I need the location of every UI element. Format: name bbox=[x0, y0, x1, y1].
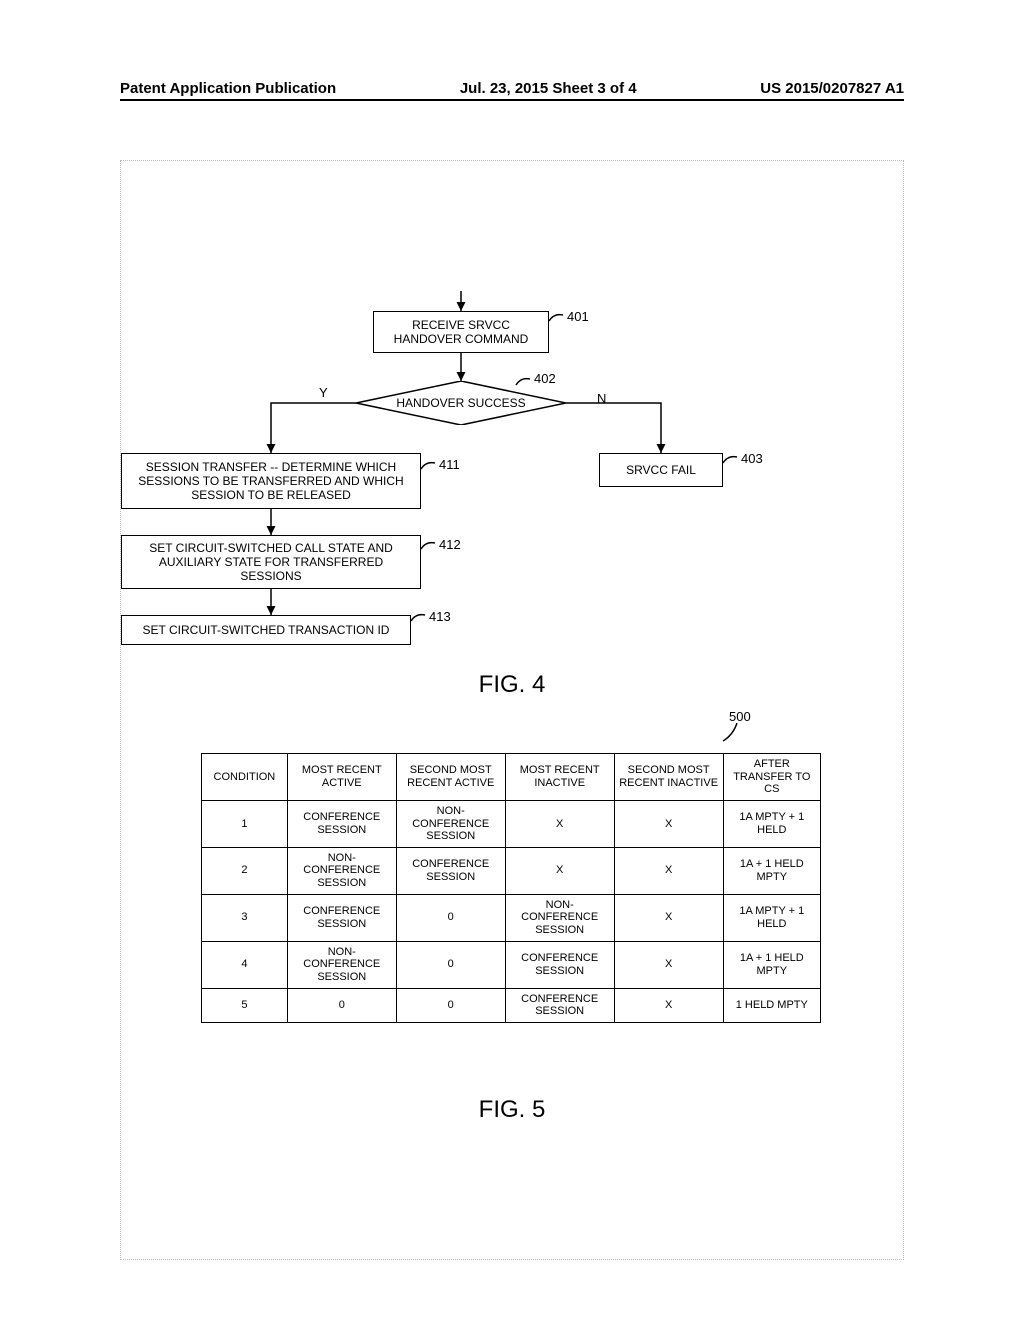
th-mra: MOST RECENT ACTIVE bbox=[287, 754, 396, 801]
table-row: 2NON-CONFERENCE SESSIONCONFERENCE SESSIO… bbox=[202, 847, 821, 894]
header-center: Jul. 23, 2015 Sheet 3 of 4 bbox=[460, 80, 637, 97]
table-cell: 0 bbox=[396, 988, 505, 1022]
ref-401: 401 bbox=[567, 309, 589, 324]
table-row: 4NON-CONFERENCE SESSION0CONFERENCE SESSI… bbox=[202, 941, 821, 988]
table-cell: 5 bbox=[202, 988, 288, 1022]
ref-500-hook-icon bbox=[721, 723, 751, 753]
table-cell: X bbox=[614, 941, 723, 988]
table-cell: X bbox=[614, 800, 723, 847]
box-401: RECEIVE SRVCC HANDOVER COMMAND bbox=[373, 311, 549, 353]
ref-411: 411 bbox=[439, 457, 460, 472]
box-413: SET CIRCUIT-SWITCHED TRANSACTION ID bbox=[121, 615, 411, 645]
box-403: SRVCC FAIL bbox=[599, 453, 723, 487]
box-403-text: SRVCC FAIL bbox=[626, 463, 696, 477]
table-body: 1CONFERENCE SESSIONNON-CONFERENCE SESSIO… bbox=[202, 800, 821, 1022]
fig5-caption: FIG. 5 bbox=[121, 1096, 903, 1124]
condition-table: CONDITION MOST RECENT ACTIVE SECOND MOST… bbox=[201, 753, 821, 1023]
fig4-caption: FIG. 4 bbox=[121, 671, 903, 699]
ref-500: 500 bbox=[729, 709, 751, 724]
th-after: AFTER TRANSFER TO CS bbox=[723, 754, 820, 801]
table-cell: NON-CONFERENCE SESSION bbox=[396, 800, 505, 847]
box-412-text: SET CIRCUIT-SWITCHED CALL STATE AND AUXI… bbox=[128, 541, 414, 583]
th-mri: MOST RECENT INACTIVE bbox=[505, 754, 614, 801]
page: Patent Application Publication Jul. 23, … bbox=[0, 0, 1024, 1320]
box-411-text: SESSION TRANSFER -- DETERMINE WHICH SESS… bbox=[128, 460, 414, 502]
header-right: US 2015/0207827 A1 bbox=[760, 80, 904, 97]
decision-402: HANDOVER SUCCESS bbox=[356, 381, 566, 425]
table-cell: 4 bbox=[202, 941, 288, 988]
table-cell: 0 bbox=[396, 894, 505, 941]
label-y: Y bbox=[319, 385, 328, 400]
th-smri: SECOND MOST RECENT INACTIVE bbox=[614, 754, 723, 801]
table-cell: X bbox=[505, 800, 614, 847]
table-cell: CONFERENCE SESSION bbox=[505, 941, 614, 988]
table-cell: 1A + 1 HELD MPTY bbox=[723, 941, 820, 988]
table-fig5: CONDITION MOST RECENT ACTIVE SECOND MOST… bbox=[201, 753, 821, 1023]
table-cell: X bbox=[505, 847, 614, 894]
page-header: Patent Application Publication Jul. 23, … bbox=[120, 80, 904, 101]
box-411: SESSION TRANSFER -- DETERMINE WHICH SESS… bbox=[121, 453, 421, 509]
table-row: 1CONFERENCE SESSIONNON-CONFERENCE SESSIO… bbox=[202, 800, 821, 847]
table-cell: X bbox=[614, 894, 723, 941]
table-cell: CONFERENCE SESSION bbox=[396, 847, 505, 894]
table-cell: 1A MPTY + 1 HELD bbox=[723, 894, 820, 941]
table-cell: NON-CONFERENCE SESSION bbox=[287, 847, 396, 894]
table-cell: CONFERENCE SESSION bbox=[505, 988, 614, 1022]
table-cell: 1 HELD MPTY bbox=[723, 988, 820, 1022]
table-cell: X bbox=[614, 988, 723, 1022]
table-cell: 1 bbox=[202, 800, 288, 847]
table-row: 500CONFERENCE SESSIONX1 HELD MPTY bbox=[202, 988, 821, 1022]
th-condition: CONDITION bbox=[202, 754, 288, 801]
box-413-text: SET CIRCUIT-SWITCHED TRANSACTION ID bbox=[143, 623, 390, 637]
header-left: Patent Application Publication bbox=[120, 80, 336, 97]
ref-413: 413 bbox=[429, 609, 451, 624]
table-cell: NON-CONFERENCE SESSION bbox=[505, 894, 614, 941]
table-cell: CONFERENCE SESSION bbox=[287, 800, 396, 847]
table-cell: 3 bbox=[202, 894, 288, 941]
table-cell: 1A MPTY + 1 HELD bbox=[723, 800, 820, 847]
ref-412: 412 bbox=[439, 537, 461, 552]
label-n: N bbox=[597, 391, 606, 406]
table-cell: CONFERENCE SESSION bbox=[287, 894, 396, 941]
th-smra: SECOND MOST RECENT ACTIVE bbox=[396, 754, 505, 801]
table-row: 3CONFERENCE SESSION0NON-CONFERENCE SESSI… bbox=[202, 894, 821, 941]
box-401-text: RECEIVE SRVCC HANDOVER COMMAND bbox=[380, 318, 542, 346]
flowchart-fig4: RECEIVE SRVCC HANDOVER COMMAND 401 HANDO… bbox=[121, 291, 903, 711]
content-frame: RECEIVE SRVCC HANDOVER COMMAND 401 HANDO… bbox=[120, 160, 904, 1260]
table-cell: 0 bbox=[287, 988, 396, 1022]
table-cell: X bbox=[614, 847, 723, 894]
table-cell: 0 bbox=[396, 941, 505, 988]
table-cell: 1A + 1 HELD MPTY bbox=[723, 847, 820, 894]
box-412: SET CIRCUIT-SWITCHED CALL STATE AND AUXI… bbox=[121, 535, 421, 589]
decision-402-text: HANDOVER SUCCESS bbox=[356, 381, 566, 425]
table-cell: NON-CONFERENCE SESSION bbox=[287, 941, 396, 988]
table-cell: 2 bbox=[202, 847, 288, 894]
ref-403: 403 bbox=[741, 451, 763, 466]
table-header-row: CONDITION MOST RECENT ACTIVE SECOND MOST… bbox=[202, 754, 821, 801]
ref-402: 402 bbox=[534, 371, 556, 386]
